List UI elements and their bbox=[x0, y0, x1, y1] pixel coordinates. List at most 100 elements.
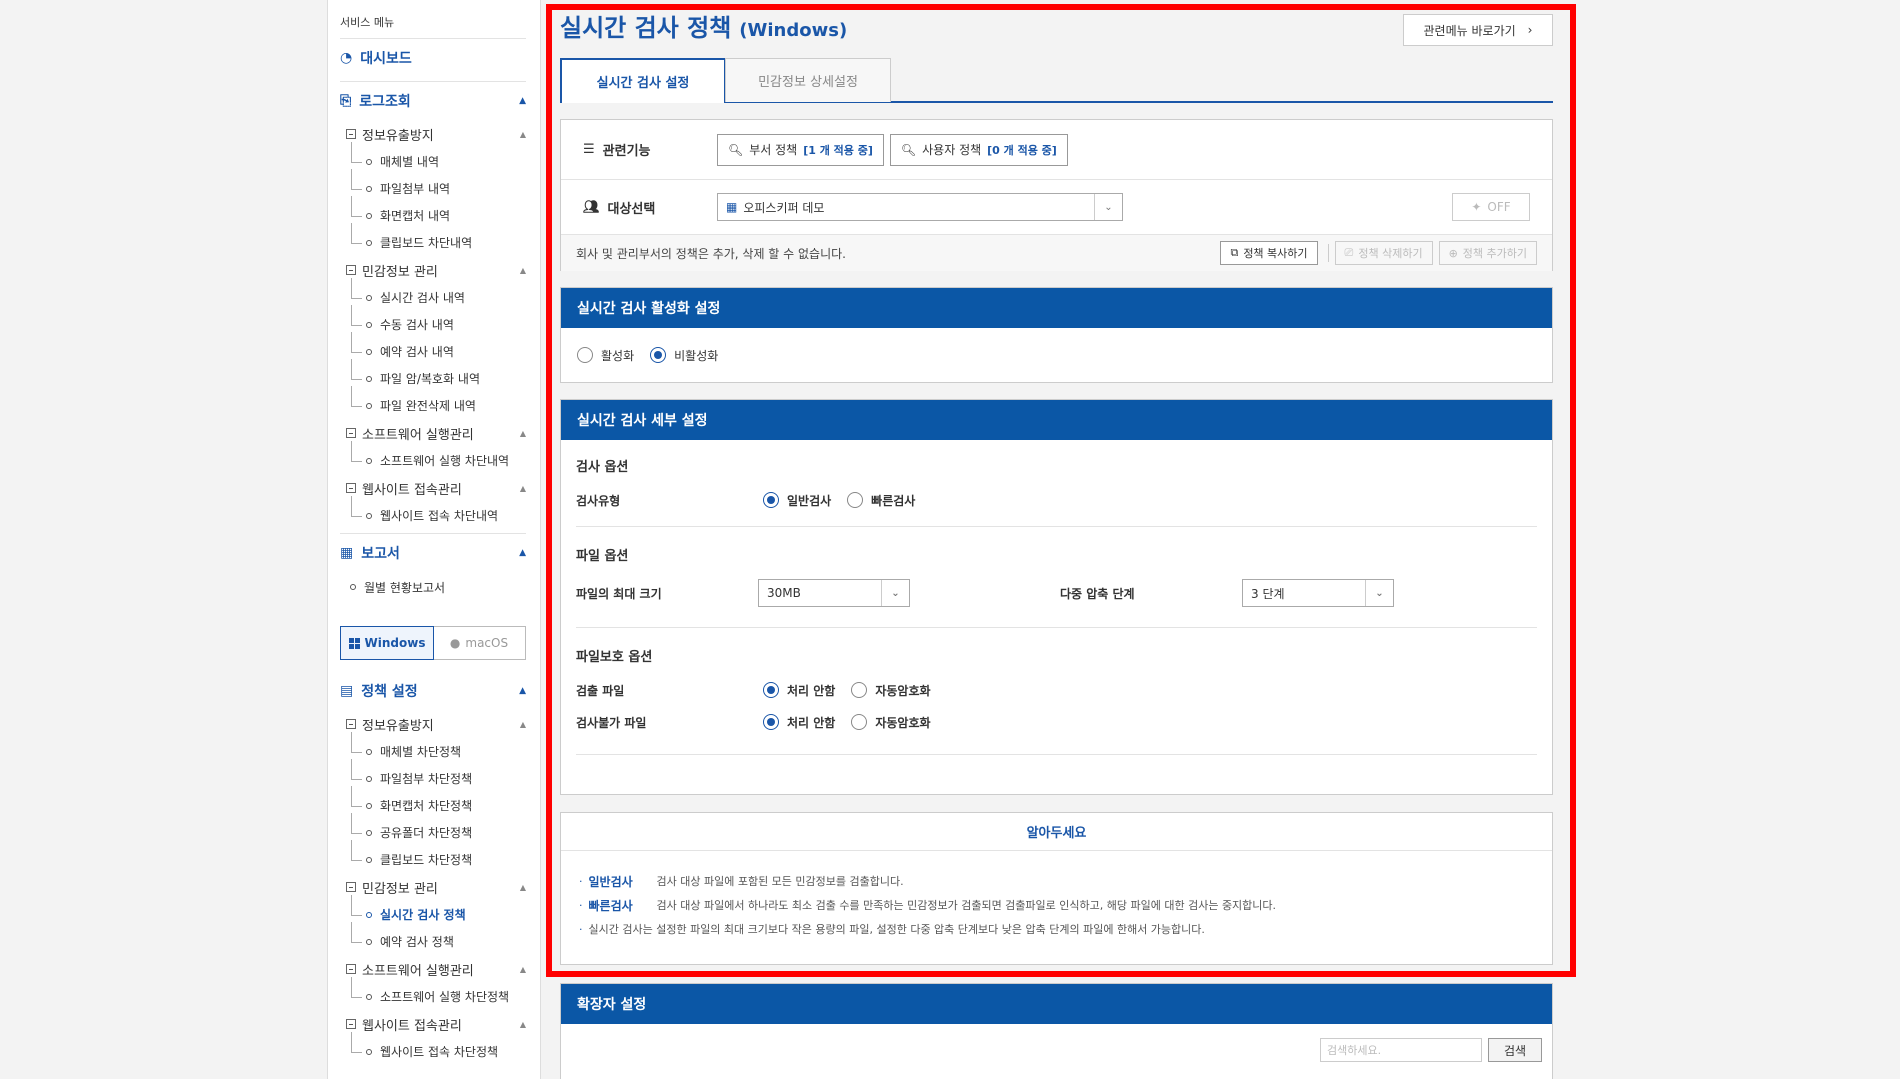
sidebar-subitem[interactable]: 파일첨부 내역 bbox=[340, 169, 526, 202]
sidebar-subitem-label: 소프트웨어 실행 차단정책 bbox=[380, 990, 510, 1004]
file-options-title: 파일 옵션 bbox=[576, 549, 629, 564]
tab-macos[interactable]: ● macOS bbox=[433, 627, 525, 659]
user-policy-button[interactable]: 🔍︎ 사용자 정책 [0 개 적용 중] bbox=[889, 133, 1068, 166]
radio-deactivate[interactable]: 비활성화 bbox=[650, 347, 718, 364]
sidebar-subitem[interactable]: 매체별 내역 bbox=[340, 142, 526, 175]
sidebar-item-log[interactable]: ⎘ 로그조회 ▲ bbox=[340, 82, 526, 120]
sidebar-subitem[interactable]: 파일 완전삭제 내역 bbox=[340, 386, 526, 419]
notice-title: 알아두세요 bbox=[561, 813, 1552, 851]
bullet-icon bbox=[366, 185, 372, 192]
sidebar-subitem[interactable]: 화면캡처 차단정책 bbox=[340, 786, 526, 819]
sidebar-subitem[interactable]: 파일첨부 차단정책 bbox=[340, 759, 526, 792]
collapse-box-icon bbox=[346, 265, 356, 275]
radio-detected-auto-encrypt[interactable]: 자동암호화 bbox=[851, 682, 931, 699]
related-menu-button[interactable]: 관련메뉴 바로가기 › bbox=[1403, 14, 1553, 46]
sidebar-group-label: 정보유출방지 bbox=[362, 128, 434, 144]
collapse-up-icon: ▲ bbox=[519, 882, 526, 892]
sidebar-group[interactable]: 소프트웨어 실행관리 ▲ bbox=[340, 955, 526, 983]
radio-detected-no-action[interactable]: 처리 안함 bbox=[763, 682, 835, 699]
sidebar-subitem[interactable]: 매체별 차단정책 bbox=[340, 732, 526, 765]
users-icon: 👥︎ bbox=[583, 199, 600, 215]
collapse-up-icon[interactable]: ▲ bbox=[519, 96, 526, 106]
sidebar-subitem[interactable]: 실시간 검사 정책 bbox=[340, 895, 526, 928]
protect-options-title: 파일보호 옵션 bbox=[576, 650, 653, 665]
notice-line-fast: · 빠른검사 검사 대상 파일에서 하나라도 최소 검출 수를 만족하는 민감정보… bbox=[579, 898, 1277, 913]
sidebar-item-policy[interactable]: ▤ 정책 설정 ▲ bbox=[340, 672, 526, 710]
unscannable-file-label: 검사불가 파일 bbox=[576, 715, 647, 730]
sidebar-subitem[interactable]: 화면캡처 내역 bbox=[340, 196, 526, 229]
sidebar-item-report[interactable]: ▦ 보고서 ▲ bbox=[340, 534, 526, 572]
target-row: 👥︎ 대상선택 ▦ 오피스키퍼 데모 ⌄ ✦ OFF bbox=[561, 180, 1552, 235]
sidebar-group[interactable]: 정보유출방지 ▲ bbox=[340, 710, 526, 738]
sidebar-group[interactable]: 웹사이트 접속관리 ▲ bbox=[340, 474, 526, 502]
sidebar-subitem-label: 예약 검사 내역 bbox=[380, 345, 454, 359]
chevron-down-icon: ⌄ bbox=[1094, 194, 1122, 220]
sidebar-item-monthly-report[interactable]: 월별 현황보고서 bbox=[340, 572, 526, 602]
sidebar-subitem[interactable]: 공유폴더 차단정책 bbox=[340, 813, 526, 846]
sidebar-subitem[interactable]: 웹사이트 접속 차단정책 bbox=[340, 1032, 526, 1065]
target-select[interactable]: ▦ 오피스키퍼 데모 ⌄ bbox=[717, 193, 1123, 221]
sidebar-subitem[interactable]: 소프트웨어 실행 차단내역 bbox=[340, 441, 526, 474]
sidebar-subitem[interactable]: 소프트웨어 실행 차단정책 bbox=[340, 977, 526, 1010]
delete-policy-button[interactable]: ⎚ 정책 삭제하기 bbox=[1334, 241, 1433, 265]
radio-scan-fast[interactable]: 빠른검사 bbox=[847, 492, 915, 509]
radio-scan-normal[interactable]: 일반검사 bbox=[763, 492, 831, 509]
sidebar-group-label: 웹사이트 접속관리 bbox=[362, 482, 462, 498]
tab-windows[interactable]: Windows bbox=[340, 626, 434, 660]
dept-policy-button[interactable]: 🔍︎ 부서 정책 [1 개 적용 중] bbox=[717, 133, 884, 166]
policy-clipboard-icon: ▤ bbox=[340, 683, 354, 699]
radio-unscannable-no-action[interactable]: 처리 안함 bbox=[763, 714, 835, 731]
page-title-bar: 실시간 검사 정책 (Windows) bbox=[560, 8, 847, 43]
sidebar-group[interactable]: 민감정보 관리 ▲ bbox=[340, 873, 526, 901]
max-size-select[interactable]: 30MB ⌄ bbox=[758, 579, 910, 607]
collapse-box-icon bbox=[346, 129, 356, 139]
sidebar-subitem[interactable]: 예약 검사 정책 bbox=[340, 922, 526, 955]
collapse-up-icon[interactable]: ▲ bbox=[519, 548, 526, 558]
sidebar-subitem[interactable]: 클립보드 차단정책 bbox=[340, 840, 526, 873]
report-icon: ▦ bbox=[340, 545, 354, 561]
sidebar-group[interactable]: 웹사이트 접속관리 ▲ bbox=[340, 1010, 526, 1038]
sidebar-subitem-label: 매체별 내역 bbox=[380, 155, 440, 169]
bullet-icon bbox=[366, 829, 372, 836]
max-size-label: 파일의 최대 크기 bbox=[576, 586, 662, 601]
menu-icon: ☰ bbox=[583, 142, 595, 157]
sidebar-item-dashboard[interactable]: ◔ 대시보드 bbox=[340, 39, 526, 77]
sidebar-subitem[interactable]: 수동 검사 내역 bbox=[340, 305, 526, 338]
sidebar-subitem[interactable]: 예약 검사 내역 bbox=[340, 332, 526, 365]
scan-type-label: 검사유형 bbox=[576, 493, 621, 508]
radio-unscannable-auto-encrypt[interactable]: 자동암호화 bbox=[851, 714, 931, 731]
collapse-up-icon: ▲ bbox=[519, 719, 526, 729]
sidebar-group[interactable]: 소프트웨어 실행관리 ▲ bbox=[340, 419, 526, 447]
tab-sensitive-detail[interactable]: 민감정보 상세설정 bbox=[725, 58, 891, 102]
sidebar-group[interactable]: 민감정보 관리 ▲ bbox=[340, 256, 526, 284]
radio-activate[interactable]: 활성화 bbox=[577, 347, 634, 364]
bullet-icon bbox=[366, 375, 372, 382]
policy-toggle[interactable]: ✦ OFF bbox=[1452, 193, 1530, 221]
collapse-up-icon[interactable]: ▲ bbox=[519, 686, 526, 696]
chevron-down-icon: ⌄ bbox=[881, 580, 909, 606]
detected-file-label: 검출 파일 bbox=[576, 683, 625, 698]
add-policy-button[interactable]: ⊕ 정책 추가하기 bbox=[1438, 241, 1537, 265]
extension-search-button[interactable]: 검색 bbox=[1488, 1038, 1542, 1062]
sidebar-subitem-label: 화면캡처 차단정책 bbox=[380, 799, 473, 813]
building-icon: ▦ bbox=[726, 200, 738, 214]
sidebar-subitem-label: 화면캡처 내역 bbox=[380, 209, 451, 223]
sidebar-group-label: 민감정보 관리 bbox=[362, 264, 438, 280]
sidebar-group[interactable]: 정보유출방지 ▲ bbox=[340, 120, 526, 148]
collapse-up-icon: ▲ bbox=[519, 129, 526, 139]
collapse-up-icon: ▲ bbox=[519, 964, 526, 974]
activation-panel: 실시간 검사 활성화 설정 활성화 비활성화 bbox=[560, 287, 1553, 383]
sidebar-subitem[interactable]: 파일 암/복호화 내역 bbox=[340, 359, 526, 392]
copy-policy-button[interactable]: ⧉ 정책 복사하기 bbox=[1220, 241, 1318, 265]
sidebar-subitem[interactable]: 클립보드 차단내역 bbox=[340, 223, 526, 256]
sidebar-subitem[interactable]: 웹사이트 접속 차단내역 bbox=[340, 496, 526, 529]
bullet-icon bbox=[366, 856, 372, 863]
sidebar-subitem-label: 파일 암/복호화 내역 bbox=[380, 372, 480, 386]
extension-search-input[interactable]: 검색하세요. bbox=[1320, 1038, 1482, 1062]
tab-realtime-settings[interactable]: 실시간 검사 설정 bbox=[560, 58, 726, 103]
bullet-icon bbox=[366, 802, 372, 809]
sidebar-subitem-label: 파일 완전삭제 내역 bbox=[380, 399, 476, 413]
compress-select[interactable]: 3 단계 ⌄ bbox=[1242, 579, 1394, 607]
sidebar-subitem[interactable]: 실시간 검사 내역 bbox=[340, 278, 526, 311]
bullet-icon bbox=[366, 239, 372, 246]
